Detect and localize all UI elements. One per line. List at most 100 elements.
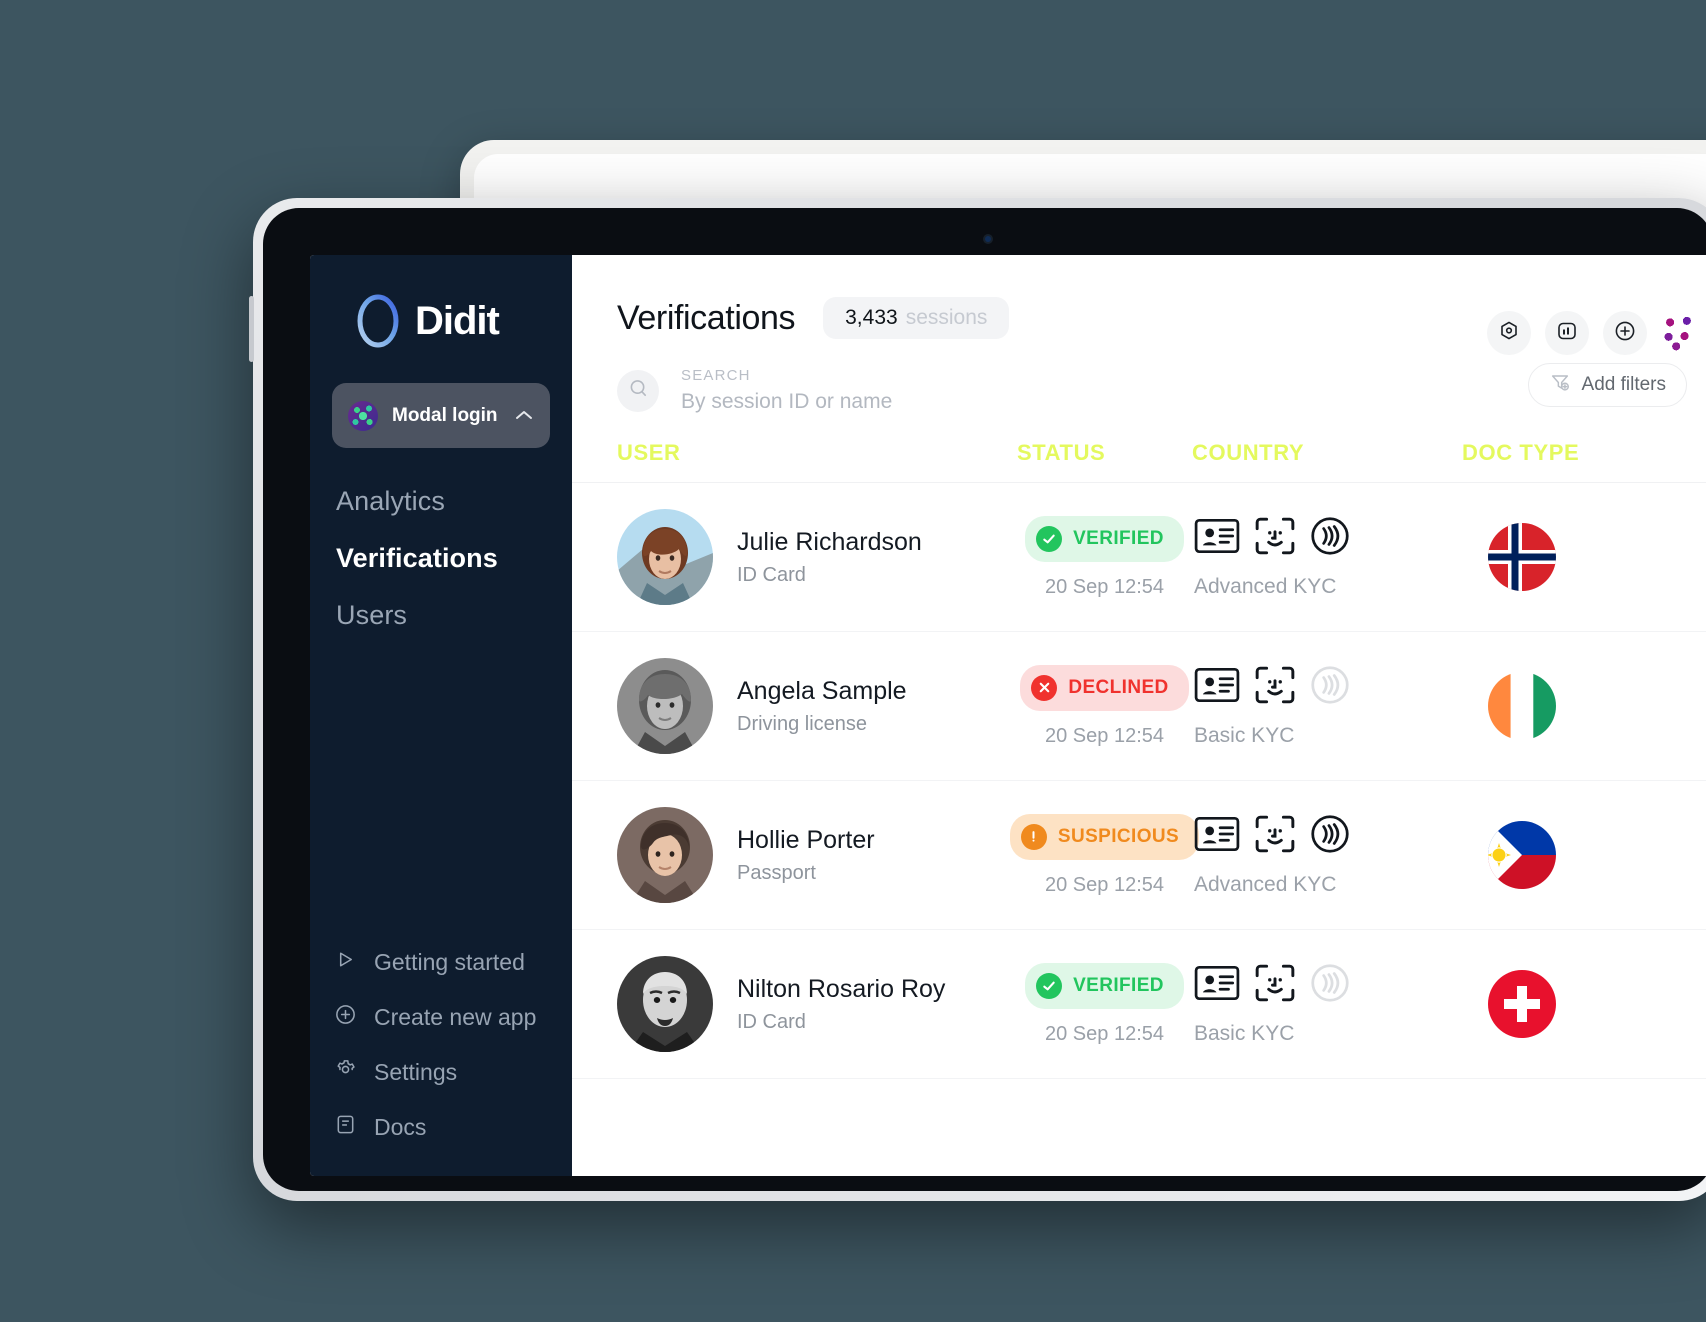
status-badge: VERIFIED (1025, 515, 1184, 562)
sessions-unit-label: sessions (905, 306, 988, 329)
user-info: Angela Sample Driving license (737, 677, 907, 736)
column-header-user[interactable]: USER (617, 440, 1017, 466)
kyc-level-label: Basic KYC (1194, 1021, 1295, 1045)
sidebar-item-settings[interactable]: Settings (334, 1058, 572, 1087)
column-header-country[interactable]: COUNTRY (1192, 440, 1462, 466)
tablet-bezel: Didit Modal login Analytics Verification… (263, 208, 1706, 1191)
search-label: SEARCH (681, 367, 751, 384)
search-icon (627, 377, 650, 405)
sessions-count-badge: 3,433 sessions (823, 297, 1010, 339)
face-scan-icon (1254, 963, 1296, 1008)
timestamp: 20 Sep 12:54 (1045, 575, 1164, 598)
column-header-status[interactable]: STATUS (1017, 440, 1192, 466)
screenshot-root: Didit Modal login Analytics Verification… (0, 0, 1706, 1322)
country-cell: Basic KYC (1192, 665, 1462, 748)
sidebar-item-docs[interactable]: Docs (334, 1113, 572, 1142)
timestamp: 20 Sep 12:54 (1045, 724, 1164, 747)
face-scan-icon (1254, 665, 1296, 710)
close-icon (1031, 674, 1058, 701)
didit-ring-logo-icon (354, 293, 402, 349)
avatar (617, 956, 713, 1052)
kyc-icon-group (1194, 665, 1350, 710)
status-label: DECLINED (1068, 676, 1169, 698)
face-scan-icon (1254, 814, 1296, 859)
tablet-device: Didit Modal login Analytics Verification… (249, 198, 1706, 1201)
sidebar-item-analytics[interactable]: Analytics (336, 486, 572, 517)
switzerland-flag-icon (1488, 970, 1556, 1038)
front-camera-icon (983, 234, 993, 244)
status-label: VERIFIED (1073, 974, 1164, 996)
user-name: Hollie Porter (737, 825, 875, 854)
sessions-count: 3,433 (845, 306, 898, 329)
user-cell: Angela Sample Driving license (617, 658, 1017, 754)
tablet-side-button[interactable] (249, 296, 254, 362)
sidebar-item-verifications[interactable]: Verifications (336, 543, 572, 574)
doc-type-cell (1462, 672, 1662, 740)
user-name: Angela Sample (737, 676, 907, 705)
verifications-table: USER STATUS COUNTRY DOC TYPE Julie Richa… (572, 440, 1706, 1079)
search-field-group: SEARCH By session ID or name (681, 367, 892, 414)
nfc-icon (1310, 516, 1350, 561)
user-cell: Nilton Rosario Roy ID Card (617, 956, 1017, 1052)
table-row[interactable]: Angela Sample Driving license DECLINED 2… (572, 632, 1706, 781)
avatar (617, 807, 713, 903)
user-doc-type: Driving license (737, 712, 868, 735)
user-cell: Hollie Porter Passport (617, 807, 1017, 903)
play-outline-icon (334, 948, 357, 977)
status-badge: DECLINED (1020, 664, 1189, 711)
user-info: Nilton Rosario Roy ID Card (737, 975, 945, 1034)
user-name: Nilton Rosario Roy (737, 974, 946, 1003)
doc-type-cell (1462, 523, 1662, 591)
avatar (617, 658, 713, 754)
search-input[interactable]: By session ID or name (681, 390, 892, 414)
timestamp: 20 Sep 12:54 (1045, 1022, 1164, 1045)
status-badge: SUSPICIOUS (1009, 813, 1200, 860)
nfc-icon (1310, 814, 1350, 859)
id-card-icon (1194, 965, 1240, 1006)
gear-icon (334, 1058, 357, 1087)
app-switcher[interactable]: Modal login (332, 383, 550, 448)
timestamp: 20 Sep 12:54 (1045, 873, 1164, 896)
kyc-level-label: Basic KYC (1194, 723, 1295, 747)
user-name: Julie Richardson (737, 527, 922, 556)
doc-type-cell (1462, 970, 1662, 1038)
user-doc-type: ID Card (737, 1010, 806, 1033)
kyc-level-label: Advanced KYC (1194, 872, 1337, 896)
add-filters-button[interactable]: Add filters (1527, 363, 1687, 407)
table-row[interactable]: Hollie Porter Passport SUSPICIOUS 20 Sep… (572, 781, 1706, 930)
id-card-icon (1194, 667, 1240, 708)
app-avatar-identicon-icon (348, 400, 378, 431)
table-row[interactable]: Nilton Rosario Roy ID Card VERIFIED 20 S… (572, 930, 1706, 1079)
user-info: Julie Richardson ID Card (737, 528, 922, 587)
face-scan-icon (1254, 516, 1296, 561)
status-cell: SUSPICIOUS 20 Sep 12:54 (1009, 813, 1200, 897)
sidebar-label: Settings (374, 1059, 458, 1085)
app-switcher-label: Modal login (392, 404, 498, 426)
kyc-level-label: Advanced KYC (1194, 574, 1337, 598)
warning-icon (1020, 823, 1047, 850)
table-header-row: USER STATUS COUNTRY DOC TYPE (572, 440, 1706, 483)
brand-logo[interactable]: Didit (310, 291, 572, 351)
check-icon (1036, 972, 1063, 999)
status-cell: VERIFIED 20 Sep 12:54 (1017, 962, 1192, 1046)
sidebar-item-getting-started[interactable]: Getting started (334, 948, 572, 977)
sidebar-item-users[interactable]: Users (336, 600, 572, 631)
column-header-doc-type[interactable]: DOC TYPE (1462, 440, 1662, 466)
filter-plus-icon (1549, 371, 1571, 399)
status-cell: VERIFIED 20 Sep 12:54 (1017, 515, 1192, 599)
status-badge: VERIFIED (1025, 962, 1184, 1009)
status-label: VERIFIED (1073, 527, 1164, 549)
sidebar-nav-bottom: Getting started Create new app Settings … (310, 948, 572, 1142)
table-row[interactable]: Julie Richardson ID Card VERIFIED 20 Sep… (572, 483, 1706, 632)
sidebar-nav-main: Analytics Verifications Users (310, 486, 572, 631)
search-bar: SEARCH By session ID or name Add filters (572, 341, 1706, 414)
country-cell: Advanced KYC (1192, 814, 1462, 897)
sidebar-label: Create new app (374, 1004, 537, 1030)
user-doc-type: ID Card (737, 563, 806, 586)
nfc-icon (1310, 665, 1350, 710)
search-icon-button[interactable] (617, 369, 659, 412)
brand-name: Didit (415, 298, 500, 343)
kyc-icon-group (1194, 814, 1350, 859)
sidebar-item-create-new-app[interactable]: Create new app (334, 1003, 572, 1032)
sidebar-label: Getting started (374, 949, 525, 975)
